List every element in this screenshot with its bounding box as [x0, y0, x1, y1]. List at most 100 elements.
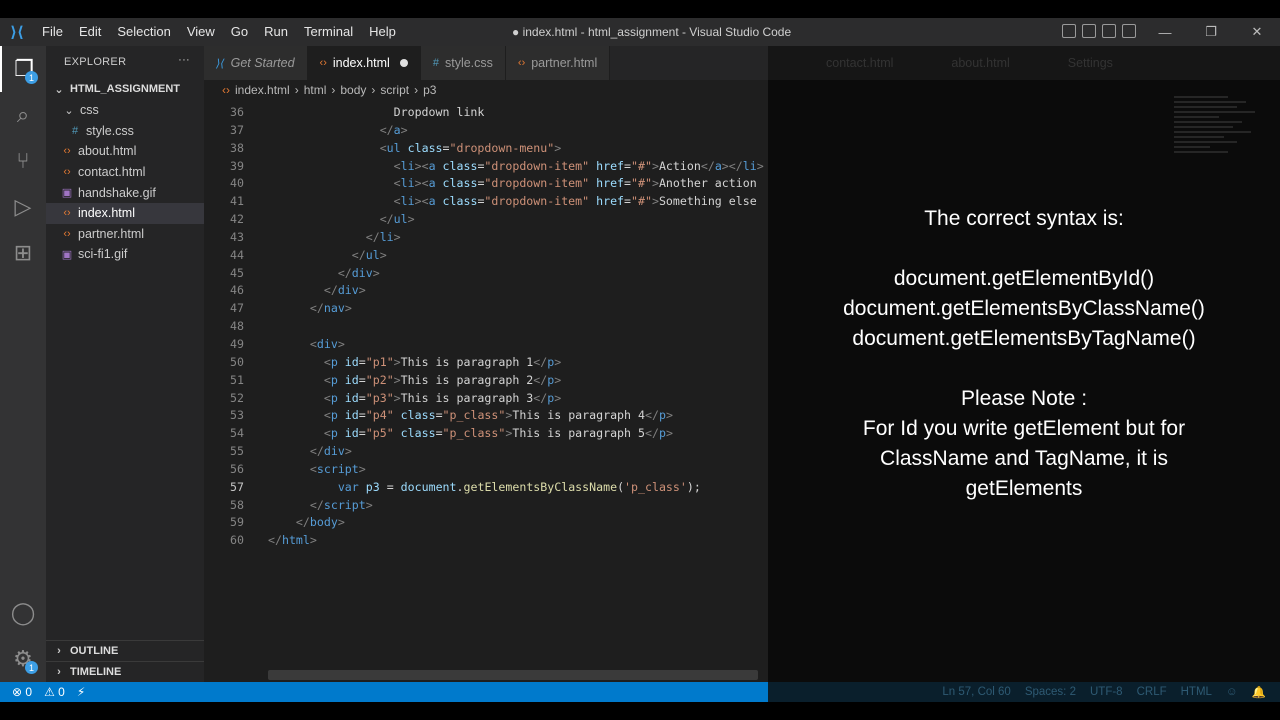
code-line: 60 </html>: [204, 532, 768, 550]
file-style-css[interactable]: # style.css: [46, 121, 204, 142]
toggle-panel-icon[interactable]: [1082, 24, 1096, 38]
language-mode[interactable]: HTML: [1181, 686, 1212, 698]
explorer-badge: 1: [25, 71, 38, 84]
explorer-title: EXPLORER: [64, 56, 127, 68]
menu-help[interactable]: Help: [361, 18, 404, 46]
file-label: handshake.gif: [78, 185, 156, 200]
tab-partner-html[interactable]: ‹› partner.html: [505, 46, 611, 80]
menu-edit[interactable]: Edit: [71, 18, 109, 46]
code-line: 48: [204, 318, 768, 336]
note-line: getElements: [965, 477, 1083, 500]
search-icon[interactable]: ⌕: [0, 92, 46, 138]
breadcrumb-p3[interactable]: p3: [423, 83, 436, 97]
breadcrumb-html[interactable]: html: [304, 83, 327, 97]
code-line: 54 <p id="p5" class="p_class">This is pa…: [204, 425, 768, 443]
run-debug-icon[interactable]: ▷: [0, 184, 46, 230]
settings-badge: 1: [25, 661, 38, 674]
horizontal-scrollbar[interactable]: [268, 670, 758, 680]
breadcrumb-file[interactable]: index.html: [235, 83, 290, 97]
live-share-icon[interactable]: ⚡: [77, 685, 85, 699]
chevron-right-icon: ›: [371, 83, 376, 97]
line-number: 38: [230, 140, 244, 155]
chevron-down-icon: ⌄: [54, 83, 64, 96]
customize-layout-icon[interactable]: [1122, 24, 1136, 38]
menu-run[interactable]: Run: [256, 18, 296, 46]
code-line: 37 </a>: [204, 122, 768, 140]
unsaved-dot-icon[interactable]: [399, 59, 408, 67]
timeline-section[interactable]: › TIMELINE: [46, 661, 204, 681]
syntax-line: document.getElementsByTagName(): [852, 327, 1196, 350]
warnings-indicator[interactable]: ⚠ 0: [44, 685, 65, 699]
indentation[interactable]: Spaces: 2: [1025, 686, 1076, 698]
maximize-button[interactable]: ❐: [1188, 24, 1234, 40]
file-index-html[interactable]: ‹› index.html: [46, 202, 204, 224]
line-number: 53: [230, 408, 244, 423]
extensions-icon[interactable]: ⊞: [0, 230, 46, 276]
file-partner-html[interactable]: ‹› partner.html: [46, 224, 204, 245]
cursor-position[interactable]: Ln 57, Col 60: [942, 686, 1010, 698]
folder-css[interactable]: ⌄ css: [46, 100, 204, 121]
toggle-secondary-sidebar-icon[interactable]: [1102, 24, 1116, 38]
file-label: partner.html: [78, 226, 145, 241]
code-line: 52 <p id="p3">This is paragraph 3</p>: [204, 390, 768, 408]
code-line: 36 Dropdown link: [204, 104, 768, 122]
menu-terminal[interactable]: Terminal: [296, 18, 361, 46]
tutorial-overlay: contact.html about.html Settings The cor…: [768, 46, 1280, 682]
gear-icon[interactable]: ⚙ 1: [0, 636, 46, 682]
menu-file[interactable]: File: [34, 18, 71, 46]
line-number: 57: [230, 479, 244, 494]
tab-get-started[interactable]: ⟩⟨ Get Started: [204, 46, 308, 80]
source-control-icon[interactable]: ⑂: [0, 138, 46, 184]
note-title: Please Note :: [960, 387, 1088, 410]
syntax-line: document.getElementById(): [893, 267, 1155, 290]
layout-controls: [1062, 24, 1136, 38]
code-line: 39 <li><a class="dropdown-item" href="#"…: [204, 158, 768, 176]
image-file-icon: ▣: [61, 187, 73, 200]
menu-go[interactable]: Go: [223, 18, 256, 46]
line-number: 52: [230, 390, 244, 405]
outline-section[interactable]: › OUTLINE: [46, 640, 204, 660]
menu-selection[interactable]: Selection: [109, 18, 178, 46]
code-line: 55 </div>: [204, 443, 768, 461]
breadcrumb-script[interactable]: script: [380, 83, 409, 97]
vscode-tab-icon: ⟩⟨: [216, 57, 225, 70]
encoding[interactable]: UTF-8: [1090, 686, 1123, 698]
line-number: 36: [230, 105, 244, 119]
line-number: 48: [230, 319, 244, 334]
workspace-folder-label: HTML_ASSIGNMENT: [70, 83, 180, 95]
more-actions-icon[interactable]: ···: [178, 54, 190, 66]
errors-indicator[interactable]: ⊗ 0: [12, 685, 32, 699]
file-handshake-gif[interactable]: ▣ handshake.gif: [46, 182, 204, 203]
tab-label: index.html: [332, 56, 390, 70]
file-about-html[interactable]: ‹› about.html: [46, 141, 204, 162]
toggle-sidebar-icon[interactable]: [1062, 24, 1076, 38]
tab-settings[interactable]: Settings: [1068, 56, 1113, 70]
explorer-icon[interactable]: ❐ 1: [0, 46, 46, 92]
window-title: ● index.html - html_assignment - Visual …: [512, 25, 792, 39]
line-number: 46: [230, 283, 244, 298]
code-editor[interactable]: 36 Dropdown link 37 </a> 38 <ul class="d…: [204, 104, 768, 550]
line-endings[interactable]: CRLF: [1137, 686, 1167, 698]
file-label: index.html: [78, 206, 135, 221]
menu-view[interactable]: View: [179, 18, 223, 46]
overlay-heading: The correct syntax is:: [924, 207, 1124, 230]
breadcrumb-body[interactable]: body: [340, 83, 366, 97]
feedback-icon[interactable]: ☺: [1226, 686, 1238, 698]
file-sci-fi1-gif[interactable]: ▣ sci-fi1.gif: [46, 244, 204, 265]
html-file-icon: ‹›: [63, 227, 71, 240]
html-file-icon: ‹›: [63, 145, 71, 158]
file-contact-html[interactable]: ‹› contact.html: [46, 162, 204, 183]
account-icon[interactable]: ◯: [0, 590, 46, 636]
tab-contact-html[interactable]: contact.html: [826, 56, 893, 70]
tab-style-css[interactable]: # style.css: [420, 46, 506, 80]
workspace-folder[interactable]: ⌄ HTML_ASSIGNMENT: [46, 78, 204, 100]
minimize-button[interactable]: —: [1142, 25, 1188, 40]
code-line: 40 <li><a class="dropdown-item" href="#"…: [204, 175, 768, 193]
tab-about-html[interactable]: about.html: [951, 56, 1009, 70]
syntax-line: document.getElementsByClassName(): [843, 297, 1205, 320]
notifications-icon[interactable]: 🔔: [1252, 685, 1266, 699]
html-file-icon: ‹›: [63, 166, 71, 179]
close-window-button[interactable]: ✕: [1234, 24, 1280, 40]
overlay-text: The correct syntax is: document.getEleme…: [768, 204, 1280, 504]
tab-index-html[interactable]: ‹› index.html: [307, 46, 421, 80]
